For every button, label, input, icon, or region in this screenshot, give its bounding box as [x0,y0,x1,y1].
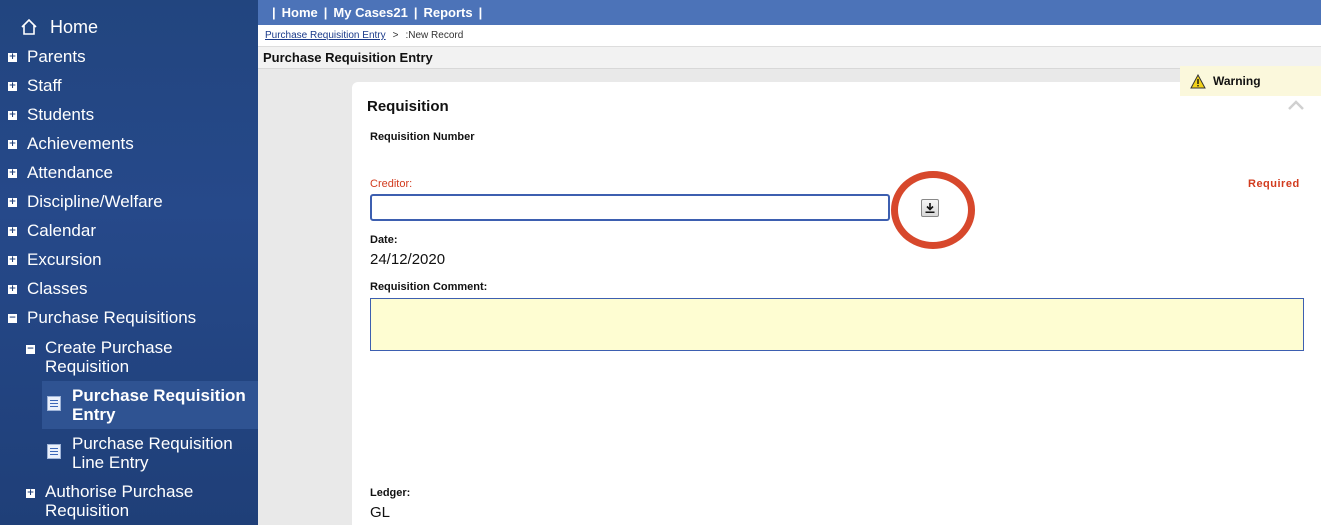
creditor-input[interactable] [370,194,890,221]
nav-item-classes[interactable]: + Classes [8,278,87,300]
top-nav-my-cases-link[interactable]: My Cases21 [333,5,407,20]
nav-home[interactable]: Home [20,16,98,38]
requisition-comment-label: Requisition Comment: [370,281,488,293]
breadcrumb-current: :New Record [405,30,464,41]
section-title: Requisition [367,98,449,115]
nav-item-create-purchase-requisition[interactable]: − Create Purchase Requisition [26,338,226,376]
expand-icon[interactable]: + [8,139,17,149]
nav-item-label: Excursion [27,250,102,269]
expand-icon[interactable]: + [8,284,17,294]
expand-icon[interactable]: + [8,52,17,62]
chevron-up-icon[interactable] [1287,98,1305,112]
nav-separator: | [478,5,483,20]
top-nav: | Home | My Cases21 | Reports | [258,0,1321,25]
document-icon [47,444,61,459]
ledger-value: GL [370,504,391,521]
nav-item-purchase-requisitions[interactable]: − Purchase Requisitions [8,307,196,329]
nav-item-attendance[interactable]: + Attendance [8,162,113,184]
expand-icon[interactable]: + [8,168,17,178]
nav-home-label: Home [50,16,99,37]
nav-item-label: Achievements [27,134,134,153]
expand-icon[interactable]: + [8,81,17,91]
expand-icon[interactable]: + [8,226,17,236]
page-title: Purchase Requisition Entry [258,47,1321,69]
nav-item-discipline-welfare[interactable]: + Discipline/Welfare [8,191,163,213]
nav-item-label: Purchase Requisition Line Entry [72,434,233,472]
top-nav-home-link[interactable]: Home [282,5,318,20]
nav-item-achievements[interactable]: + Achievements [8,133,134,155]
nav-item-label: Authorise Purchase Requisition [45,482,194,520]
expand-icon[interactable]: + [8,255,17,265]
download-icon [925,203,935,213]
nav-item-authorise-purchase-requisition[interactable]: + Authorise Purchase Requisition [26,482,226,520]
nav-item-label: Attendance [27,163,114,182]
top-nav-reports-link[interactable]: Reports [424,5,473,20]
nav-item-label: Create Purchase Requisition [45,338,173,376]
nav-item-label: Parents [27,47,86,66]
nav-separator: | [323,5,328,20]
nav-item-label: Staff [27,76,62,95]
warning-tab[interactable]: Warning [1180,66,1321,96]
creditor-label: Creditor: [370,178,413,190]
nav-item-label: Students [27,105,95,124]
nav-item-parents[interactable]: + Parents [8,46,86,68]
nav-item-label: Calendar [27,221,96,240]
nav-item-purchase-requisition-line-entry[interactable]: Purchase Requisition Line Entry [42,429,258,477]
nav-item-purchase-requisition-entry[interactable]: Purchase Requisition Entry [42,381,258,429]
requisition-comment-input[interactable] [370,298,1304,351]
warning-icon [1190,73,1206,88]
expand-icon[interactable]: + [8,197,17,207]
required-indicator: Required [1248,178,1300,190]
breadcrumb-link[interactable]: Purchase Requisition Entry [265,30,386,41]
nav-separator: | [272,5,276,20]
nav-item-students[interactable]: + Students [8,104,94,126]
nav-item-staff[interactable]: + Staff [8,75,62,97]
nav-item-label: Discipline/Welfare [27,192,163,211]
nav-item-excursion[interactable]: + Excursion [8,249,102,271]
document-icon [47,396,61,411]
date-value: 24/12/2020 [370,251,446,268]
expand-icon[interactable]: + [8,110,17,120]
breadcrumb: Purchase Requisition Entry > :New Record [258,25,1321,47]
nav-item-label: Purchase Requisitions [27,308,197,327]
sidebar: Home + Parents + Staff + Students + Achi… [0,0,258,525]
collapse-icon[interactable]: − [8,313,17,323]
requisition-number-label: Requisition Number [370,131,475,143]
home-icon [21,18,37,35]
nav-separator: | [413,5,418,20]
breadcrumb-separator: > [392,30,399,41]
nav-item-label: Classes [27,279,88,298]
collapse-icon[interactable]: − [26,345,35,354]
nav-item-calendar[interactable]: + Calendar [8,220,96,242]
ledger-label: Ledger: [370,487,411,499]
expand-icon[interactable]: + [26,489,35,498]
date-label: Date: [370,234,398,246]
nav-item-label: Purchase Requisition Entry [72,386,246,424]
warning-label: Warning [1213,74,1261,88]
creditor-lookup-button[interactable] [921,199,939,217]
